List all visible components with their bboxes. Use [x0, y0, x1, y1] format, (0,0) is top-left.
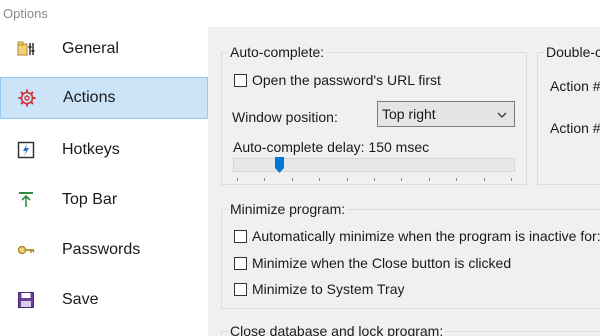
open-url-first-label: Open the password's URL first	[252, 72, 441, 88]
autocomplete-group: Auto-complete: Open the password's URL f…	[221, 44, 527, 185]
window-position-label: Window position:	[232, 109, 338, 125]
autocomplete-delay-label: Auto-complete delay: 150 msec	[233, 139, 430, 155]
sidebar-item-label: General	[62, 40, 119, 57]
slider-tick	[264, 178, 265, 181]
slider-tick	[319, 178, 320, 181]
close-button-minimize-label: Minimize when the Close button is clicke…	[252, 255, 512, 271]
double-click-group: Double-c Action # Action #	[537, 44, 600, 185]
slider-tick	[292, 178, 293, 181]
action-1-label: Action #	[550, 78, 600, 94]
double-click-group-title: Double-c	[544, 44, 600, 60]
sidebar-item-label: Actions	[63, 89, 116, 106]
sidebar-item-label: Hotkeys	[62, 141, 120, 158]
sidebar-item-label: Save	[62, 291, 99, 308]
sidebar-item-hotkeys[interactable]: Hotkeys	[0, 129, 208, 171]
slider-tick	[347, 178, 348, 181]
auto-minimize-option[interactable]: Automatically minimize when the program …	[234, 228, 600, 244]
close-database-group-title: Close database and lock program:	[228, 323, 446, 336]
window-position-select[interactable]: Top right	[377, 101, 515, 127]
auto-minimize-label: Automatically minimize when the program …	[252, 228, 600, 244]
minimize-group-title: Minimize program:	[228, 201, 348, 217]
autocomplete-group-title: Auto-complete:	[228, 44, 327, 60]
system-tray-option[interactable]: Minimize to System Tray	[234, 281, 404, 297]
slider-tick	[511, 178, 512, 181]
open-url-first-option[interactable]: Open the password's URL first	[234, 72, 441, 88]
slider-tick	[374, 178, 375, 181]
action-2-label: Action #	[550, 120, 600, 136]
general-icon	[16, 39, 36, 59]
close-database-group: Close database and lock program:	[221, 323, 600, 336]
minimize-group: Minimize program: Automatically minimize…	[221, 201, 600, 309]
open-url-first-checkbox[interactable]	[234, 73, 247, 87]
slider-tick	[401, 178, 402, 181]
save-icon	[16, 290, 36, 310]
gear-icon	[17, 88, 37, 108]
autocomplete-delay-slider[interactable]	[233, 157, 515, 173]
chevron-down-icon	[496, 108, 508, 120]
sidebar-item-label: Top Bar	[62, 191, 118, 208]
window-position-value: Top right	[382, 106, 436, 122]
slider-thumb[interactable]	[275, 157, 284, 173]
sidebar-item-actions[interactable]: Actions	[0, 77, 208, 119]
window-title: Options	[0, 0, 600, 27]
hotkey-icon	[16, 140, 36, 160]
close-button-minimize-checkbox[interactable]	[234, 256, 247, 270]
system-tray-checkbox[interactable]	[234, 282, 247, 296]
key-icon	[16, 240, 36, 260]
sidebar-item-top-bar[interactable]: Top Bar	[0, 179, 208, 221]
sidebar-item-label: Passwords	[62, 241, 141, 258]
slider-tick	[456, 178, 457, 181]
options-content: Auto-complete: Open the password's URL f…	[208, 27, 600, 336]
slider-tick	[237, 178, 238, 181]
slider-tick	[429, 178, 430, 181]
sidebar-item-save[interactable]: Save	[0, 279, 208, 321]
auto-minimize-checkbox[interactable]	[234, 229, 247, 243]
sidebar: General Actions Hotkeys Top Bar Password…	[0, 27, 208, 336]
close-button-minimize-option[interactable]: Minimize when the Close button is clicke…	[234, 255, 511, 271]
sidebar-item-passwords[interactable]: Passwords	[0, 229, 208, 271]
system-tray-label: Minimize to System Tray	[252, 281, 405, 297]
slider-tick	[484, 178, 485, 181]
top-bar-icon	[16, 190, 36, 210]
sidebar-item-general[interactable]: General	[0, 28, 208, 70]
